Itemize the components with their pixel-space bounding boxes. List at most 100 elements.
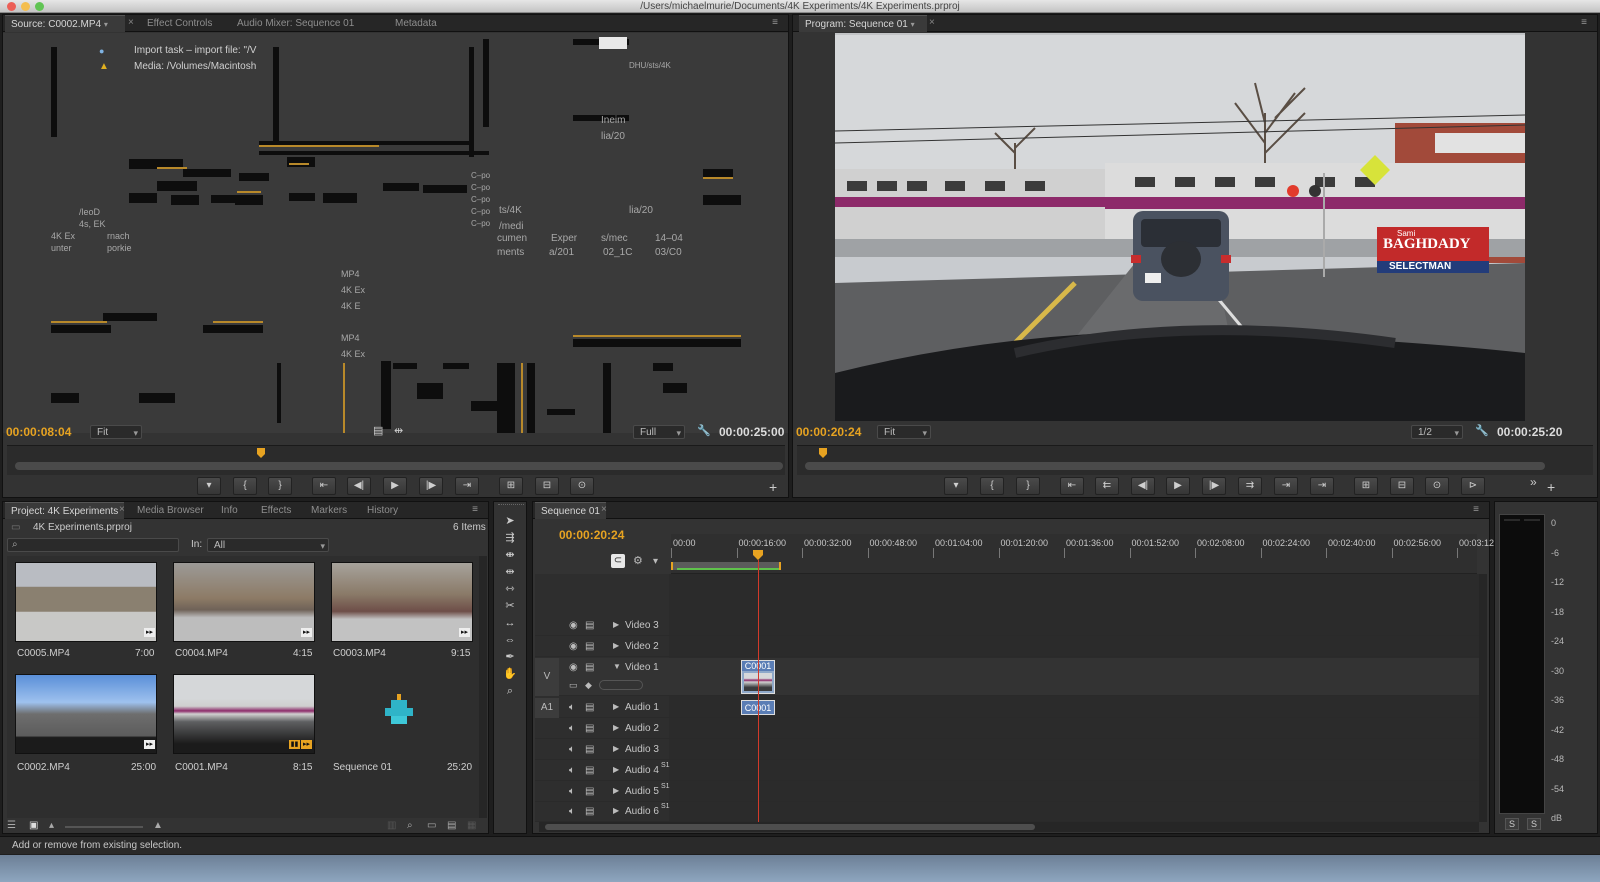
expand-track-icon[interactable]: ▶: [613, 641, 619, 650]
tab-media-browser[interactable]: Media Browser: [131, 502, 210, 519]
clear-icon[interactable]: ▦: [467, 820, 476, 831]
eye-icon[interactable]: ◉: [569, 641, 578, 652]
keyframe-navigator[interactable]: [599, 680, 643, 690]
source-time-ruler[interactable]: [7, 445, 785, 475]
slip-tool-icon[interactable]: ↔: [503, 616, 517, 630]
sync-lock-icon[interactable]: ▤: [585, 702, 594, 713]
add-marker-button[interactable]: ▾: [197, 477, 221, 495]
go-to-out-button[interactable]: ⇥: [455, 477, 479, 495]
mark-in-button[interactable]: {: [233, 477, 257, 495]
sync-lock-icon[interactable]: ▤: [585, 765, 594, 776]
export-frame-button[interactable]: ⊙: [570, 477, 594, 495]
list-view-icon[interactable]: ☰: [7, 820, 16, 831]
sync-lock-icon[interactable]: ▤: [585, 744, 594, 755]
zoom-tool-icon[interactable]: ⌕: [503, 684, 517, 698]
item-name[interactable]: C0001.MP4: [175, 762, 228, 773]
tab-sequence[interactable]: Sequence 01: [535, 502, 606, 519]
timeline-ruler[interactable]: 00:00 00:00:16:00 00:00:32:00 00:00:48:00 00…: [671, 534, 1507, 574]
tab-metadata[interactable]: Metadata: [389, 15, 443, 32]
program-video-frame[interactable]: Sami BAGHDADY SELECTMAN: [835, 33, 1525, 421]
thumbnail-c0003[interactable]: [331, 562, 473, 642]
icon-view-icon[interactable]: ▣: [29, 820, 38, 831]
close-tab-icon[interactable]: ×: [119, 504, 125, 515]
add-button-icon[interactable]: +: [769, 479, 777, 495]
speaker-icon[interactable]: 🔈︎: [569, 723, 575, 734]
timeline-vertical-scrollbar[interactable]: [1479, 574, 1487, 822]
sync-lock-icon[interactable]: ▤: [585, 620, 594, 631]
solo-right-button[interactable]: S: [1527, 818, 1541, 830]
close-tab-icon[interactable]: ×: [929, 17, 935, 28]
project-scrollbar[interactable]: [479, 556, 487, 818]
display-style-icon[interactable]: ▭: [569, 680, 578, 691]
play-button[interactable]: ▶: [1166, 477, 1190, 495]
new-bin-icon[interactable]: ▭: [427, 820, 436, 831]
more-buttons-icon[interactable]: »: [1530, 475, 1537, 489]
eye-icon[interactable]: ◉: [569, 662, 578, 673]
thumbnail-c0005[interactable]: [15, 562, 157, 642]
expand-track-icon[interactable]: ▶: [613, 744, 619, 753]
search-input[interactable]: ⌕: [7, 538, 179, 552]
step-forward-button[interactable]: |▶: [1202, 477, 1226, 495]
solo-left-button[interactable]: S: [1505, 818, 1519, 830]
source-playhead[interactable]: [257, 448, 265, 458]
expand-track-icon[interactable]: ▶: [613, 786, 619, 795]
source-patch-a1[interactable]: A1: [535, 698, 559, 718]
panel-menu-icon[interactable]: ≡: [772, 17, 778, 28]
expand-track-icon[interactable]: ▶: [613, 702, 619, 711]
zoom-in-icon[interactable]: ▲: [153, 820, 163, 831]
sync-lock-icon[interactable]: ▤: [585, 662, 594, 673]
panel-menu-icon[interactable]: ≡: [1581, 17, 1587, 28]
tab-audio-mixer[interactable]: Audio Mixer: Sequence 01: [231, 15, 360, 32]
previous-edit-button[interactable]: ⇇: [1095, 477, 1119, 495]
wrench-icon[interactable]: 🔧: [697, 424, 711, 437]
track-select-tool-icon[interactable]: ⇶: [503, 531, 517, 545]
source-playhead-timecode[interactable]: 00:00:08:04: [6, 425, 71, 439]
program-playhead[interactable]: [819, 448, 827, 458]
sync-lock-icon[interactable]: ▤: [585, 786, 594, 797]
timeline-horizontal-scrollbar[interactable]: [539, 822, 1479, 832]
item-name[interactable]: C0003.MP4: [333, 648, 386, 659]
tab-info[interactable]: Info: [215, 502, 244, 519]
linked-selection-icon[interactable]: ⚙: [633, 554, 643, 567]
tab-source[interactable]: Source: C0002.MP4 ▾: [5, 15, 125, 32]
tab-project[interactable]: Project: 4K Experiments: [5, 502, 125, 519]
selection-tool-icon[interactable]: ➤: [503, 514, 517, 528]
ripple-edit-tool-icon[interactable]: ⇼: [503, 548, 517, 562]
step-back-button[interactable]: ◀|: [347, 477, 371, 495]
tab-program[interactable]: Program: Sequence 01 ▾: [799, 15, 927, 32]
rolling-edit-tool-icon[interactable]: ⇹: [503, 565, 517, 579]
new-item-icon[interactable]: ▤: [447, 820, 456, 831]
program-playhead-timecode[interactable]: 00:00:20:24: [796, 425, 861, 439]
settings-icon[interactable]: ▤: [373, 424, 383, 437]
sync-lock-icon[interactable]: ▤: [585, 723, 594, 734]
extract-button[interactable]: ⊟: [1390, 477, 1414, 495]
eye-icon[interactable]: ◉: [569, 620, 578, 631]
program-zoom-select[interactable]: Fit: [877, 425, 931, 440]
wrench-icon[interactable]: 🔧: [1475, 424, 1489, 437]
expand-track-icon[interactable]: ▶: [613, 723, 619, 732]
next-edit-button[interactable]: ⇉: [1238, 477, 1262, 495]
program-resolution-select[interactable]: 1/2: [1411, 425, 1463, 440]
slide-tool-icon[interactable]: ⇔: [503, 633, 517, 647]
go-to-in-button[interactable]: ⇤: [1060, 477, 1084, 495]
expand-track-icon[interactable]: ▶: [613, 806, 619, 815]
source-resolution-select[interactable]: Full: [633, 425, 685, 440]
hand-tool-icon[interactable]: ✋: [503, 667, 517, 681]
panel-menu-icon[interactable]: ≡: [472, 504, 478, 515]
step-back-button[interactable]: ◀|: [1131, 477, 1155, 495]
thumbnail-size-slider[interactable]: [65, 826, 143, 828]
in-filter-select[interactable]: All: [207, 538, 329, 553]
tab-markers[interactable]: Markers: [305, 502, 353, 519]
go-to-in-button[interactable]: ⇤: [312, 477, 336, 495]
speaker-icon[interactable]: 🔈︎: [569, 744, 575, 755]
tab-history[interactable]: History: [361, 502, 404, 519]
add-marker-icon[interactable]: ▾: [653, 556, 658, 567]
speaker-icon[interactable]: 🔈︎: [569, 806, 575, 817]
program-zoom-scrollbar[interactable]: [805, 462, 1545, 470]
tab-effects[interactable]: Effects: [255, 502, 297, 519]
add-button-icon[interactable]: +: [1547, 479, 1555, 495]
item-name[interactable]: C0005.MP4: [17, 648, 70, 659]
sequence-icon[interactable]: [381, 694, 417, 732]
mark-out-button[interactable]: }: [268, 477, 292, 495]
step-forward-button[interactable]: |▶: [419, 477, 443, 495]
